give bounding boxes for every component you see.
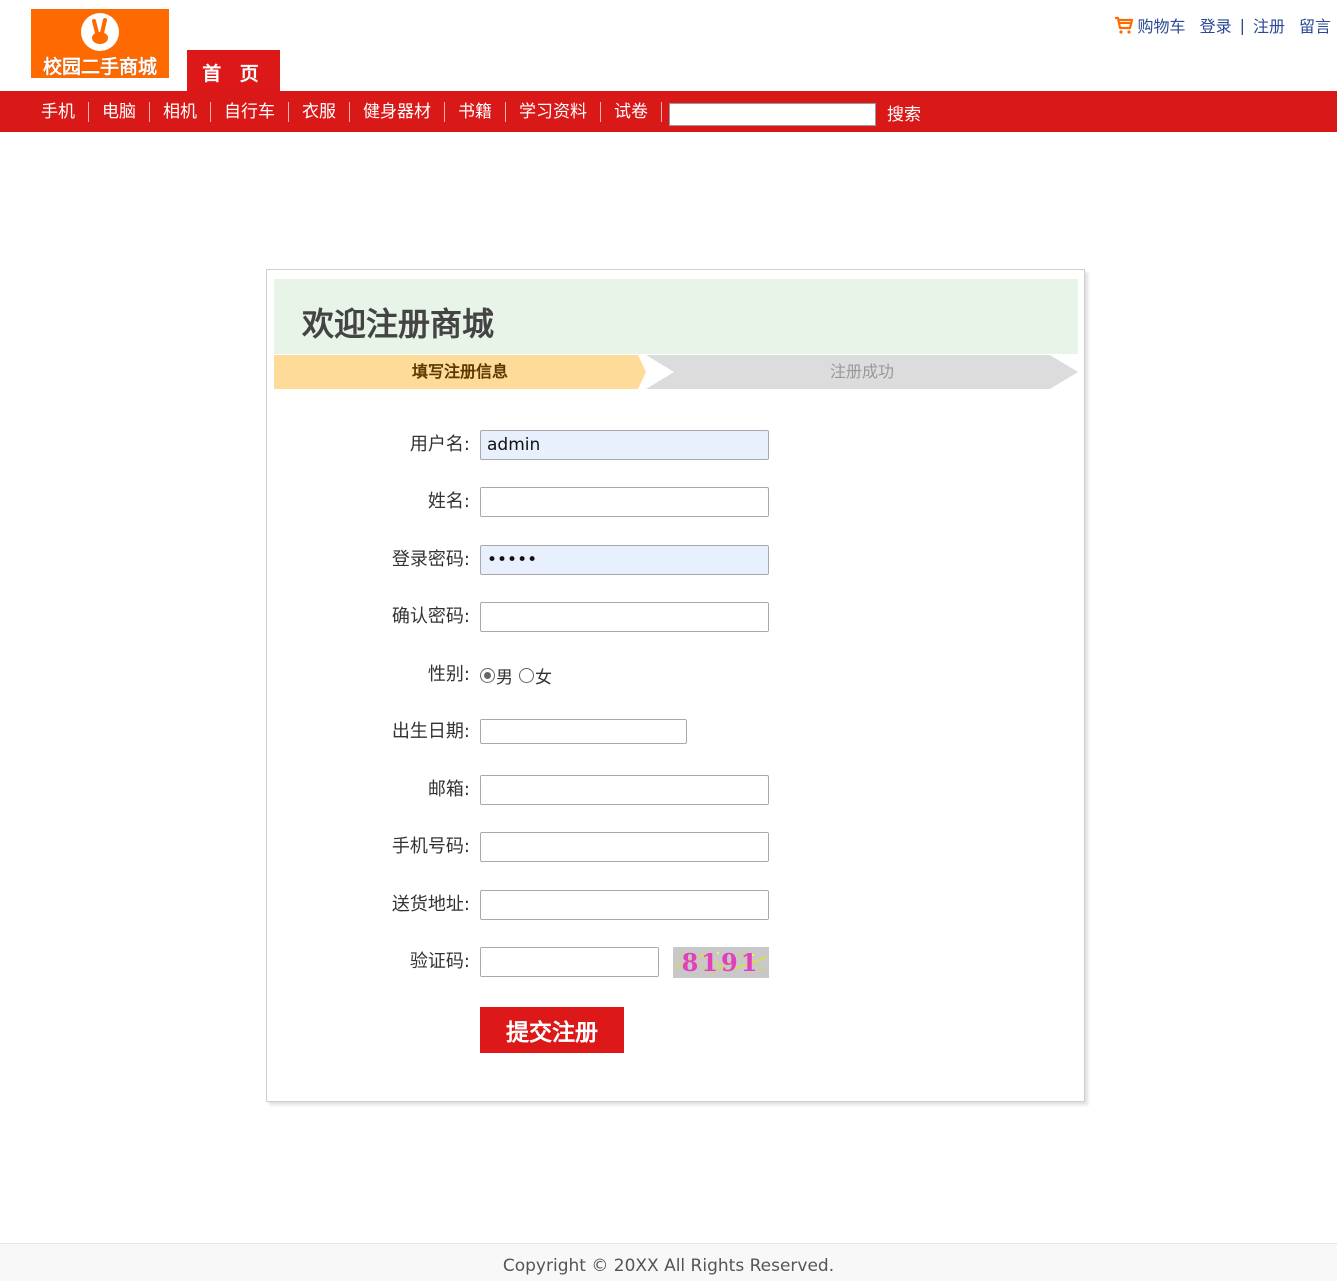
category-navbar: 手机 电脑 相机 自行车 衣服 健身器材 书籍 学习资料 试卷 搜索 [0,91,1337,132]
nav-item-bicycle[interactable]: 自行车 [211,101,289,122]
username-field[interactable] [480,430,769,460]
login-link[interactable]: 登录 [1200,13,1232,37]
gender-label: 性别: [427,664,470,685]
register-link[interactable]: 注册 [1253,13,1285,37]
captcha-text: 8191 [681,948,761,977]
nav-item-exam-papers[interactable]: 试卷 [601,101,662,122]
realname-label: 姓名: [427,491,470,512]
category-list: 手机 电脑 相机 自行车 衣服 健身器材 书籍 学习资料 试卷 [28,91,662,132]
row-username: 用户名: [267,430,1086,460]
site-logo[interactable]: 校园二手商城 [31,9,169,78]
realname-field[interactable] [480,487,769,517]
nav-item-camera[interactable]: 相机 [150,101,211,122]
nav-item-clothes[interactable]: 衣服 [289,101,350,122]
address-field[interactable] [480,890,769,920]
top-links: 购物车 登录 | 注册 留言 [1114,14,1331,36]
submit-register-button[interactable]: 提交注册 [480,1007,624,1053]
row-confirm-password: 确认密码: [267,602,1086,632]
password-field[interactable] [480,545,769,575]
nav-item-study-materials[interactable]: 学习资料 [506,101,601,122]
register-panel: 欢迎注册商城 填写注册信息 注册成功 用户名: 姓名: 登录密码: 确认密码: … [266,269,1085,1102]
progress-steps: 填写注册信息 注册成功 [274,355,1078,389]
captcha-image[interactable]: 8191 [673,947,769,978]
nav-item-phone[interactable]: 手机 [28,101,89,122]
footer: Copyright © 20XX All Rights Reserved. [0,1243,1337,1281]
row-address: 送货地址: [267,890,1086,920]
cart-icon[interactable] [1114,15,1134,35]
row-birthday: 出生日期: [267,717,1086,747]
gender-options: 男 女 [480,660,552,690]
captcha-label: 验证码: [409,951,470,972]
row-password: 登录密码: [267,545,1086,575]
gender-radio-female[interactable] [519,667,534,683]
row-phone: 手机号码: [267,832,1086,862]
gender-radio-male[interactable] [480,667,495,683]
nav-item-fitness[interactable]: 健身器材 [350,101,445,122]
confirm-password-field[interactable] [480,602,769,632]
logo-text: 校园二手商城 [42,56,157,78]
row-email: 邮箱: [267,775,1086,805]
tab-home[interactable]: 首 页 [187,50,280,92]
birthday-field[interactable] [480,719,687,744]
copyright-text: Copyright © 20XX All Rights Reserved. [502,1256,835,1276]
row-gender: 性别: 男 女 [267,660,1086,690]
cart-link[interactable]: 购物车 [1138,13,1186,37]
address-label: 送货地址: [391,894,470,915]
phone-field[interactable] [480,832,769,862]
row-captcha: 验证码: 8191 [267,947,1086,978]
search-button[interactable]: 搜索 [887,103,921,127]
page-title: 欢迎注册商城 [302,305,495,343]
step-register-success: 注册成功 [829,362,894,381]
row-realname: 姓名: [267,487,1086,517]
username-label: 用户名: [409,434,470,455]
nav-item-books[interactable]: 书籍 [445,101,506,122]
captcha-field[interactable] [480,947,659,977]
birthday-label: 出生日期: [391,721,470,742]
gender-female-label: 女 [535,667,552,688]
phone-label: 手机号码: [391,836,470,857]
email-label: 邮箱: [427,779,470,800]
message-link[interactable]: 留言 [1299,13,1331,37]
gender-male-label: 男 [496,667,513,688]
email-field[interactable] [480,775,769,805]
search-input[interactable] [669,103,876,126]
nav-item-computer[interactable]: 电脑 [89,101,150,122]
victory-hand-icon [81,13,119,51]
confirm-password-label: 确认密码: [391,606,470,627]
panel-header: 欢迎注册商城 [274,279,1078,354]
password-label: 登录密码: [391,549,470,570]
link-separator: | [1239,15,1245,35]
step-fill-info: 填写注册信息 [411,362,508,381]
